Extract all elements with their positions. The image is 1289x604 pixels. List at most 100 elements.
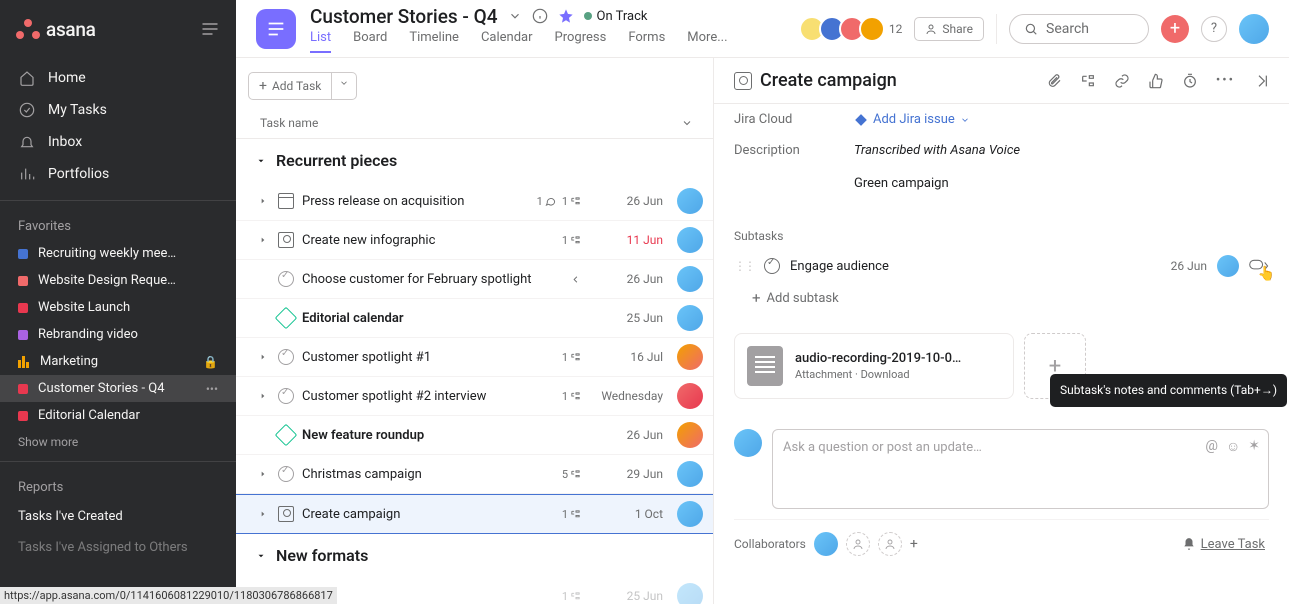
task-assignee-avatar[interactable] <box>677 227 703 253</box>
show-more-favorites[interactable]: Show more <box>0 429 236 455</box>
tab-progress[interactable]: Progress <box>555 30 607 53</box>
favorite-item[interactable]: Editorial Calendar <box>0 402 236 429</box>
tab-list[interactable]: List <box>310 30 331 53</box>
task-due-date[interactable]: 26 Jun <box>593 272 663 286</box>
detail-title[interactable]: Create campaign <box>760 70 1038 91</box>
task-assignee-avatar[interactable] <box>677 583 703 604</box>
add-jira-issue-button[interactable]: Add Jira issue <box>854 112 970 127</box>
task-row[interactable]: Press release on acquisition1126 Jun <box>236 182 713 221</box>
task-due-date[interactable]: 29 Jun <box>593 467 663 481</box>
help-button[interactable]: ? <box>1201 16 1227 42</box>
approval-icon[interactable] <box>278 506 294 522</box>
task-assignee-avatar[interactable] <box>677 461 703 487</box>
search-input[interactable]: Search <box>1009 14 1149 44</box>
star-icon[interactable] <box>558 8 574 24</box>
tab-timeline[interactable]: Timeline <box>409 30 459 53</box>
attach-icon[interactable] <box>1046 73 1062 89</box>
subtask-assignee-avatar[interactable] <box>1217 255 1239 277</box>
info-icon[interactable] <box>532 8 548 24</box>
approval-icon[interactable] <box>278 232 294 248</box>
leave-task-button[interactable]: Leave Task <box>1182 537 1265 552</box>
section-header[interactable]: Recurrent pieces <box>236 139 713 182</box>
task-due-date[interactable]: 25 Jun <box>593 311 663 325</box>
task-complete-toggle[interactable] <box>278 388 294 404</box>
chevron-down-icon[interactable] <box>508 9 522 23</box>
task-due-date[interactable]: 16 Jul <box>593 350 663 364</box>
add-collaborator-button[interactable]: + <box>910 536 918 552</box>
section-header[interactable]: New formats <box>236 534 713 577</box>
description-value[interactable]: Transcribed with Asana Voice Green campa… <box>854 143 1020 191</box>
task-row[interactable]: Choose customer for February spotlight26… <box>236 260 713 299</box>
task-due-date[interactable]: Wednesday <box>593 389 663 403</box>
collapse-sidebar-icon[interactable] <box>200 19 220 39</box>
more-icon[interactable]: ••• <box>206 382 218 396</box>
attachment-card[interactable]: audio-recording-2019-10-0… Attachment · … <box>734 333 1014 399</box>
nav-home[interactable]: Home <box>0 62 236 94</box>
task-assignee-avatar[interactable] <box>677 422 703 448</box>
favorite-item[interactable]: Website Launch <box>0 294 236 321</box>
comment-input[interactable]: Ask a question or post an update… @ ☺ ✶ <box>772 429 1269 509</box>
task-complete-toggle[interactable] <box>278 349 294 365</box>
task-complete-toggle[interactable] <box>278 271 294 287</box>
column-sort-icon[interactable] <box>681 117 693 129</box>
project-icon[interactable] <box>256 9 296 49</box>
task-assignee-avatar[interactable] <box>677 188 703 214</box>
quick-add-button[interactable]: + <box>1161 15 1189 43</box>
project-status[interactable]: On Track <box>584 9 648 24</box>
task-due-date[interactable]: 1 Oct <box>593 507 663 521</box>
current-user-avatar[interactable] <box>1239 14 1269 44</box>
emoji-icon[interactable]: ☺ <box>1226 438 1240 455</box>
task-assignee-avatar[interactable] <box>677 383 703 409</box>
tab-forms[interactable]: Forms <box>628 30 665 53</box>
task-row[interactable]: Christmas campaign529 Jun <box>236 455 713 494</box>
task-assignee-avatar[interactable] <box>677 266 703 292</box>
add-subtask-button[interactable]: + Add subtask <box>752 281 1269 327</box>
tab-more[interactable]: More... <box>687 30 727 53</box>
tab-board[interactable]: Board <box>353 30 387 53</box>
at-mention-icon[interactable]: @ <box>1205 438 1218 455</box>
member-avatars[interactable]: 12 <box>805 16 903 42</box>
star-icon[interactable]: ✶ <box>1248 438 1260 455</box>
nav-my-tasks[interactable]: My Tasks <box>0 94 236 126</box>
task-row[interactable]: Editorial calendar25 Jun <box>236 299 713 338</box>
nav-inbox[interactable]: Inbox <box>0 126 236 158</box>
drag-handle-icon[interactable]: ⋮⋮ <box>734 259 754 273</box>
report-item[interactable]: Tasks I've Created <box>0 501 236 532</box>
share-button[interactable]: Share <box>914 17 984 41</box>
favorite-item[interactable]: Rebranding video <box>0 321 236 348</box>
collaborator-empty-slot[interactable] <box>846 532 870 556</box>
subtask-complete-toggle[interactable] <box>764 258 780 274</box>
task-expand-caret[interactable] <box>256 353 270 361</box>
add-task-dropdown[interactable] <box>332 72 357 100</box>
task-due-date[interactable]: 25 Jun <box>593 589 663 603</box>
task-complete-toggle[interactable] <box>278 466 294 482</box>
task-assignee-avatar[interactable] <box>677 344 703 370</box>
task-assignee-avatar[interactable] <box>677 305 703 331</box>
subtask-name[interactable]: Engage audience <box>790 259 1161 274</box>
subtask-date[interactable]: 26 Jun <box>1171 259 1207 273</box>
task-expand-caret[interactable] <box>256 510 270 518</box>
task-row[interactable]: New feature roundup26 Jun <box>236 416 713 455</box>
link-icon[interactable] <box>1114 73 1130 89</box>
task-due-date[interactable]: 26 Jun <box>593 194 663 208</box>
subtask-icon[interactable] <box>1080 73 1096 89</box>
add-task-button[interactable]: + Add Task <box>248 72 332 100</box>
section-caret-icon[interactable] <box>256 156 266 166</box>
task-row[interactable]: Customer spotlight #2 interview1Wednesda… <box>236 377 713 416</box>
column-task-name[interactable]: Task name <box>260 116 318 130</box>
task-expand-caret[interactable] <box>256 392 270 400</box>
task-due-date[interactable]: 26 Jun <box>593 428 663 442</box>
task-assignee-avatar[interactable] <box>677 501 703 527</box>
milestone-icon[interactable] <box>275 307 298 330</box>
like-icon[interactable] <box>1148 73 1164 89</box>
project-title[interactable]: Customer Stories - Q4 <box>310 5 498 28</box>
favorite-item[interactable]: Website Design Reque… <box>0 267 236 294</box>
collaborator-empty-slot[interactable] <box>878 532 902 556</box>
report-item[interactable]: Tasks I've Assigned to Others <box>0 532 236 563</box>
calendar-icon[interactable] <box>278 193 294 209</box>
task-row[interactable]: Create new infographic111 Jun <box>236 221 713 260</box>
task-expand-caret[interactable] <box>256 197 270 205</box>
favorite-item[interactable]: Recruiting weekly mee… <box>0 240 236 267</box>
collaborator-avatar[interactable] <box>814 532 838 556</box>
nav-portfolios[interactable]: Portfolios <box>0 158 236 190</box>
